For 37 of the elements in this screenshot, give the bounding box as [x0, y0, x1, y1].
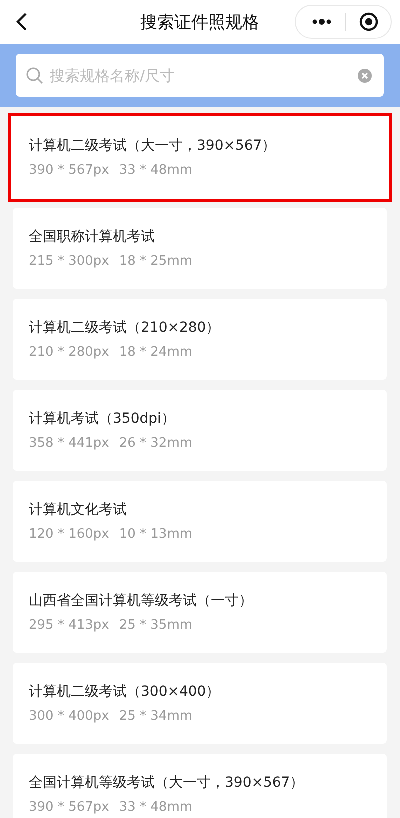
- print-size: 10 * 13mm: [119, 527, 193, 542]
- search-icon: [26, 66, 44, 84]
- spec-name: 计算机二级考试（210×280）: [29, 319, 222, 337]
- spec-card[interactable]: 计算机二级考试（300×400） 300 * 400px 25 * 34mm: [13, 663, 387, 744]
- print-size: 25 * 35mm: [119, 618, 193, 633]
- pixel-size: 358 * 441px: [29, 436, 110, 451]
- spec-card[interactable]: 计算机文化考试 120 * 160px 10 * 13mm: [13, 481, 387, 562]
- pixel-size: 295 * 413px: [29, 618, 110, 633]
- spec-card[interactable]: 山西省全国计算机等级考试（一寸） 295 * 413px 25 * 35mm: [13, 572, 387, 653]
- pixel-size: 300 * 400px: [29, 709, 110, 724]
- spec-name: 计算机文化考试: [29, 501, 128, 519]
- pixel-size: 215 * 300px: [29, 254, 110, 269]
- print-size: 25 * 34mm: [119, 709, 193, 724]
- spec-name: 全国计算机等级考试（大一寸，390×567）: [29, 774, 306, 792]
- pixel-size: 390 * 567px: [29, 800, 110, 815]
- spec-name: 计算机二级考试（大一寸，390×567）: [29, 137, 278, 155]
- print-size: 26 * 32mm: [119, 436, 193, 451]
- pixel-size: 120 * 160px: [29, 527, 110, 542]
- spec-name: 计算机考试（350dpi）: [29, 410, 176, 428]
- pixel-size: 390 * 567px: [29, 163, 110, 178]
- spec-name: 全国职称计算机考试: [29, 228, 156, 246]
- spec-card[interactable]: 全国职称计算机考试 215 * 300px 18 * 25mm: [13, 208, 387, 289]
- spec-card[interactable]: 全国计算机等级考试（大一寸，390×567） 390 * 567px 33 * 48mm: [13, 754, 387, 818]
- print-size: 33 * 48mm: [119, 800, 193, 815]
- spec-card[interactable]: 计算机考试（350dpi） 358 * 441px 26 * 32mm: [13, 390, 387, 471]
- back-icon[interactable]: [16, 12, 28, 32]
- pixel-size: 210 * 280px: [29, 345, 110, 360]
- spec-card[interactable]: 计算机二级考试（大一寸，390×567） 390 * 567px 33 * 48mm: [8, 113, 392, 202]
- more-icon[interactable]: [312, 19, 332, 25]
- print-size: 33 * 48mm: [119, 163, 193, 178]
- spec-name: 计算机二级考试（300×400）: [29, 683, 222, 701]
- print-size: 18 * 25mm: [119, 254, 193, 269]
- spec-name: 山西省全国计算机等级考试（一寸）: [29, 592, 254, 610]
- search-bar[interactable]: 搜索规格名称/尺寸: [16, 54, 384, 97]
- page-title: 搜索证件照规格: [140, 12, 260, 34]
- print-size: 18 * 24mm: [119, 345, 193, 360]
- spec-card[interactable]: 计算机二级考试（210×280） 210 * 280px 18 * 24mm: [13, 299, 387, 380]
